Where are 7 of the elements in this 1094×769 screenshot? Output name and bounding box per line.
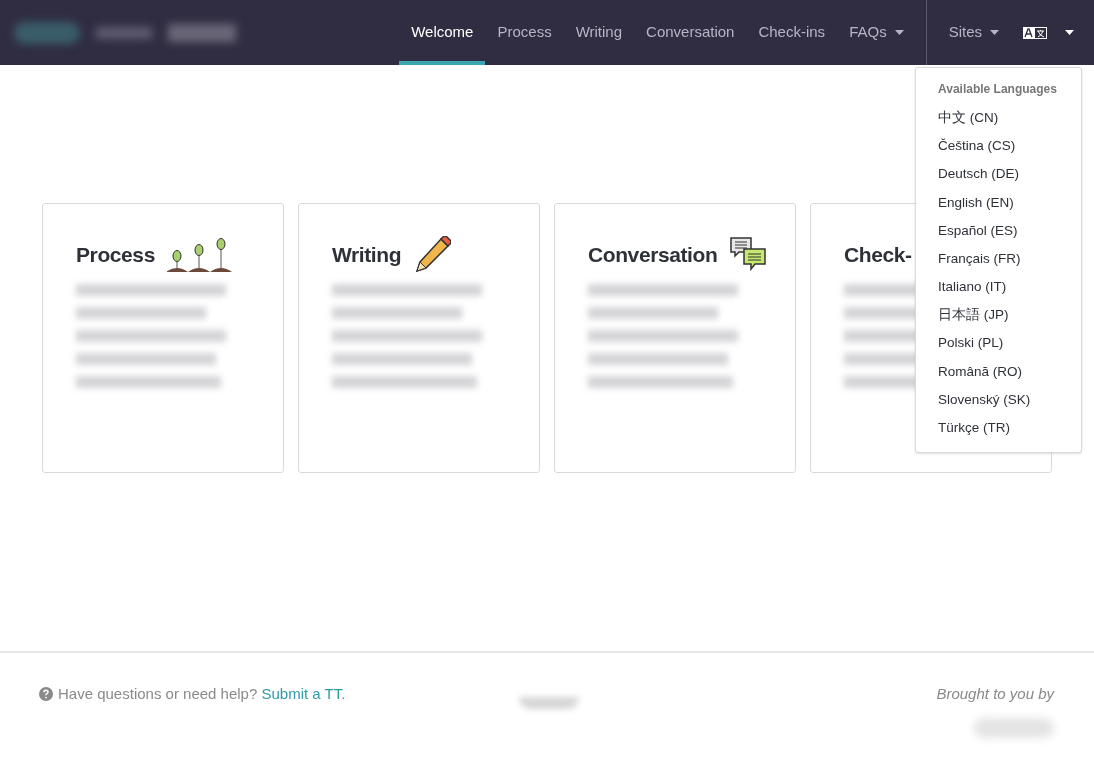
card-title: Writing <box>332 242 402 269</box>
card-title: Process <box>76 242 155 269</box>
help-text: Have questions or need help? Submit a TT. <box>39 685 346 702</box>
credit-text: Brought to you by <box>936 684 1054 704</box>
card-title: Conversation <box>588 242 718 269</box>
dropdown-heading: Available Languages <box>937 81 1058 98</box>
card-title: Check- <box>844 242 912 269</box>
